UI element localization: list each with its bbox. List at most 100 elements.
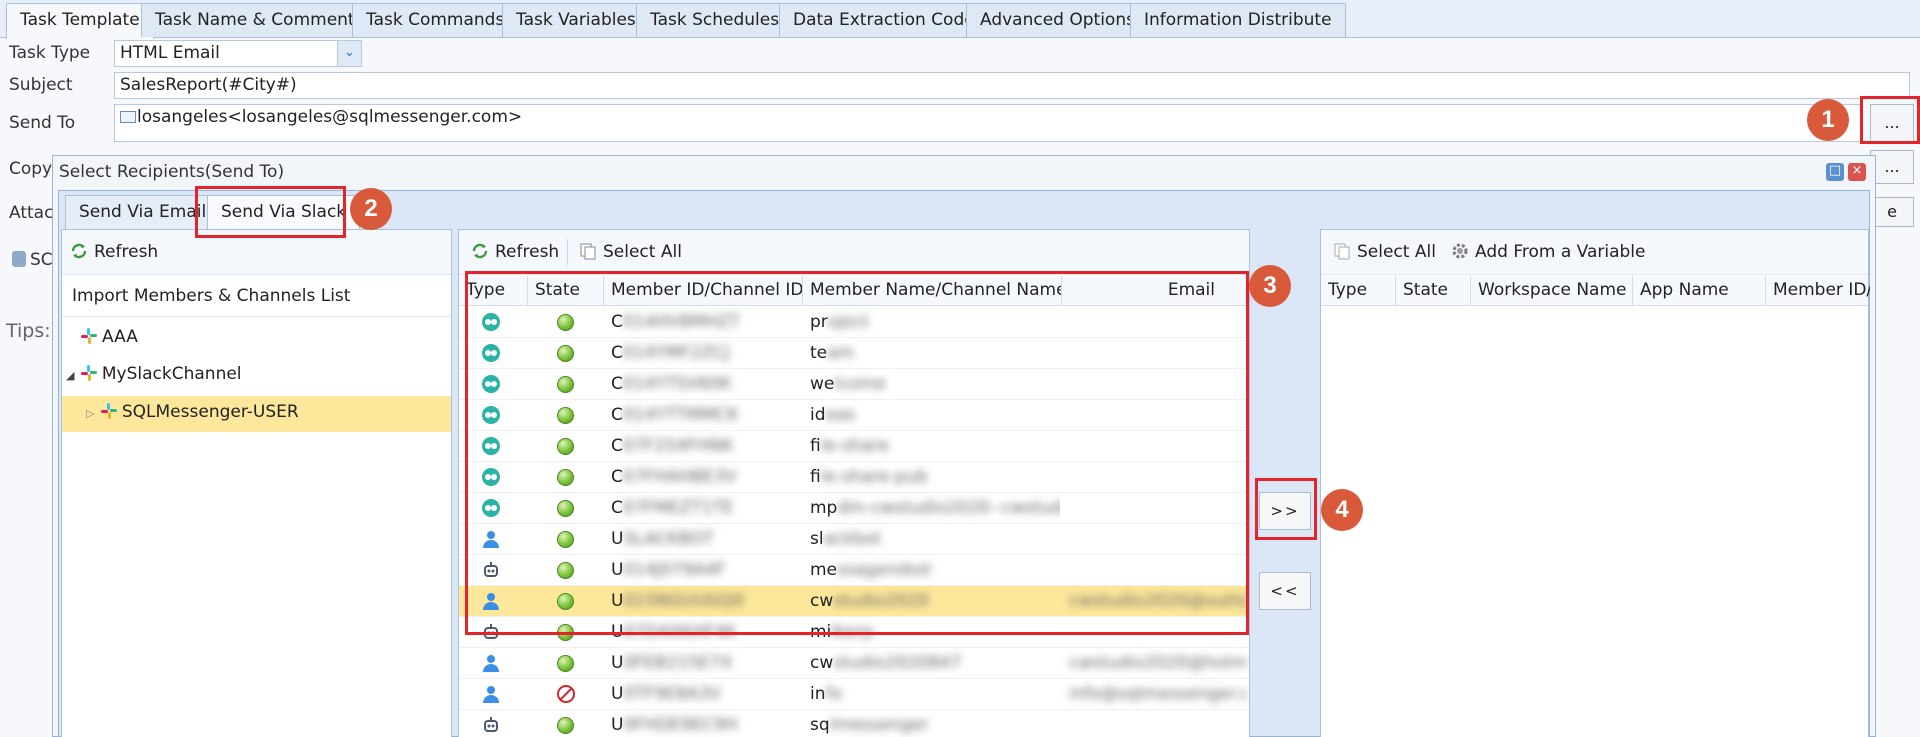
subject-label: Subject <box>9 75 73 95</box>
member-name-cell: info <box>810 679 1060 710</box>
middle-toolbar: Refresh Select All <box>459 230 1249 275</box>
callout-box-3 <box>465 271 1249 635</box>
left-tree-panel: Refresh Import Members & Channels List A… <box>61 229 452 737</box>
tab-task-variables[interactable]: Task Variables <box>502 3 650 37</box>
member-name-cell: sqlmessenger <box>810 710 1060 737</box>
database-icon <box>12 251 26 267</box>
refresh-icon <box>472 243 488 259</box>
callout-box-2 <box>195 186 346 238</box>
callout-badge-1: 1 <box>1807 99 1849 141</box>
select-all-icon <box>1334 243 1350 260</box>
import-members-channels-button[interactable]: Import Members & Channels List <box>72 286 350 306</box>
slack-icon <box>80 365 97 381</box>
email-cell: cwstudio2020@hotmail <box>1069 653 1247 673</box>
callout-badge-4: 4 <box>1321 489 1363 531</box>
envelope-icon <box>120 111 136 123</box>
refresh-icon <box>71 243 87 259</box>
member-id-prefix: U <box>611 653 624 673</box>
gear-icon <box>1452 243 1468 259</box>
tab-task-template[interactable]: Task Template <box>6 3 154 39</box>
member-name-prefix: in <box>810 684 826 704</box>
right-select-all-button[interactable]: Select All <box>1333 242 1436 262</box>
tab-task-commands[interactable]: Task Commands <box>352 3 519 37</box>
left-refresh-label: Refresh <box>94 242 159 262</box>
col-type[interactable]: Type <box>1321 276 1396 306</box>
table-row[interactable]: U0FHDE9EC9H sqlmessenger <box>459 710 1249 737</box>
table-row[interactable]: U0TF9E8A3V info info@sqlmessenger.com <box>459 679 1249 710</box>
tab-data-extraction-code[interactable]: Data Extraction Code <box>779 3 989 37</box>
task-type-select[interactable]: HTML Email ⌄ <box>114 40 362 67</box>
tab-task-schedules[interactable]: Task Schedules <box>636 3 794 37</box>
member-id-cell: U0TF9E8A3V <box>611 679 781 710</box>
state-disabled-icon <box>557 685 575 703</box>
send-to-input[interactable]: losangeles<losangeles@sqlmessenger.com> <box>114 104 1862 142</box>
member-name-rest: fo <box>825 684 842 704</box>
member-id-prefix: U <box>611 715 624 735</box>
member-id-rest: 0FHDE9EC9H <box>623 715 738 735</box>
subject-input[interactable]: SalesReport(#City#) <box>114 72 1910 99</box>
tree-item-label: SQLMessenger-USER <box>121 402 299 422</box>
member-name-rest: lmessenger <box>829 715 929 735</box>
task-type-label: Task Type <box>9 43 91 63</box>
col-state[interactable]: State <box>1396 276 1471 306</box>
table-row[interactable]: U0FEB215E7X cwstudio2020847 cwstudio2020@h… <box>459 648 1249 679</box>
member-id-cell: U0FHDE9EC9H <box>611 710 781 737</box>
tab-information-distribute[interactable]: Information Distribute <box>1130 3 1346 37</box>
right-toolbar: Select All Add From a Variable <box>1321 230 1868 275</box>
selected-grid-header: Type State Workspace Name App Name Membe… <box>1321 276 1870 306</box>
col-workspace-name[interactable]: Workspace Name <box>1471 276 1633 306</box>
state-online-icon <box>557 717 574 734</box>
divider <box>62 316 451 317</box>
close-icon[interactable]: × <box>1848 163 1866 181</box>
tree-item-aaa[interactable]: AAA <box>80 327 138 347</box>
tree-item-myslackchannel[interactable]: ◢ MySlackChannel <box>66 364 242 384</box>
middle-select-all-label: Select All <box>603 242 682 262</box>
right-select-all-label: Select All <box>1357 242 1436 262</box>
copy-browse-button[interactable]: ... <box>1870 150 1914 184</box>
maximize-icon[interactable]: □ <box>1826 163 1844 181</box>
slack-icon <box>81 328 97 344</box>
state-online-icon <box>557 655 574 672</box>
tree-item-label: AAA <box>102 327 138 347</box>
member-id-cell: U0FEB215E7X <box>611 648 781 679</box>
callout-box-4 <box>1255 478 1317 540</box>
member-name-rest: studio2020847 <box>833 653 962 673</box>
tab-advanced-options[interactable]: Advanced Options <box>966 3 1149 37</box>
copy-label: Copy <box>9 159 53 179</box>
member-name-prefix: sq <box>810 715 830 735</box>
col-member-id[interactable]: Member ID/ <box>1766 276 1870 306</box>
select-all-icon <box>580 243 596 260</box>
left-refresh-button[interactable]: Refresh <box>70 242 158 262</box>
member-id-prefix: U <box>611 684 624 704</box>
middle-refresh-button[interactable]: Refresh <box>471 242 559 262</box>
callout-badge-3: 3 <box>1249 265 1291 307</box>
middle-select-all-button[interactable]: Select All <box>579 242 682 262</box>
col-app-name[interactable]: App Name <box>1633 276 1766 306</box>
expanded-triangle-icon[interactable]: ◢ <box>66 369 74 382</box>
chevron-down-icon[interactable]: ⌄ <box>337 41 361 66</box>
tab-task-name-comments[interactable]: Task Name & Comments <box>141 3 378 37</box>
member-id-rest: 0FEB215E7X <box>623 653 733 673</box>
collapsed-triangle-icon[interactable]: ▷ <box>86 407 94 420</box>
email-cell <box>1069 710 1247 737</box>
add-from-variable-button[interactable]: Add From a Variable <box>1451 242 1646 262</box>
callout-box-1 <box>1860 96 1920 144</box>
sq-label: SC <box>30 250 53 270</box>
top-tab-strip: Task Template Task Name & Comments Task … <box>0 0 1920 39</box>
user-icon <box>483 655 499 672</box>
tree-item-sqlmessenger-user[interactable]: ▷ SQLMessenger-USER <box>86 402 299 422</box>
tree-item-label: MySlackChannel <box>101 364 242 384</box>
selected-recipients-panel: Select All Add From a Variable Type Stat… <box>1320 229 1870 737</box>
move-left-button[interactable]: << <box>1259 572 1311 610</box>
send-to-label: Send To <box>9 113 76 133</box>
task-type-value: HTML Email <box>120 43 220 63</box>
add-from-variable-label: Add From a Variable <box>1475 242 1646 262</box>
middle-refresh-label: Refresh <box>495 242 560 262</box>
member-id-rest: 0TF9E8A3V <box>623 684 721 704</box>
member-name-prefix: cw <box>810 653 834 673</box>
attach-button[interactable]: e <box>1870 197 1914 227</box>
sq-toolbar-item[interactable]: SC <box>12 250 53 270</box>
slack-icon <box>100 403 117 419</box>
bot-icon <box>484 717 498 732</box>
dialog-title: Select Recipients(Send To) <box>59 162 285 182</box>
